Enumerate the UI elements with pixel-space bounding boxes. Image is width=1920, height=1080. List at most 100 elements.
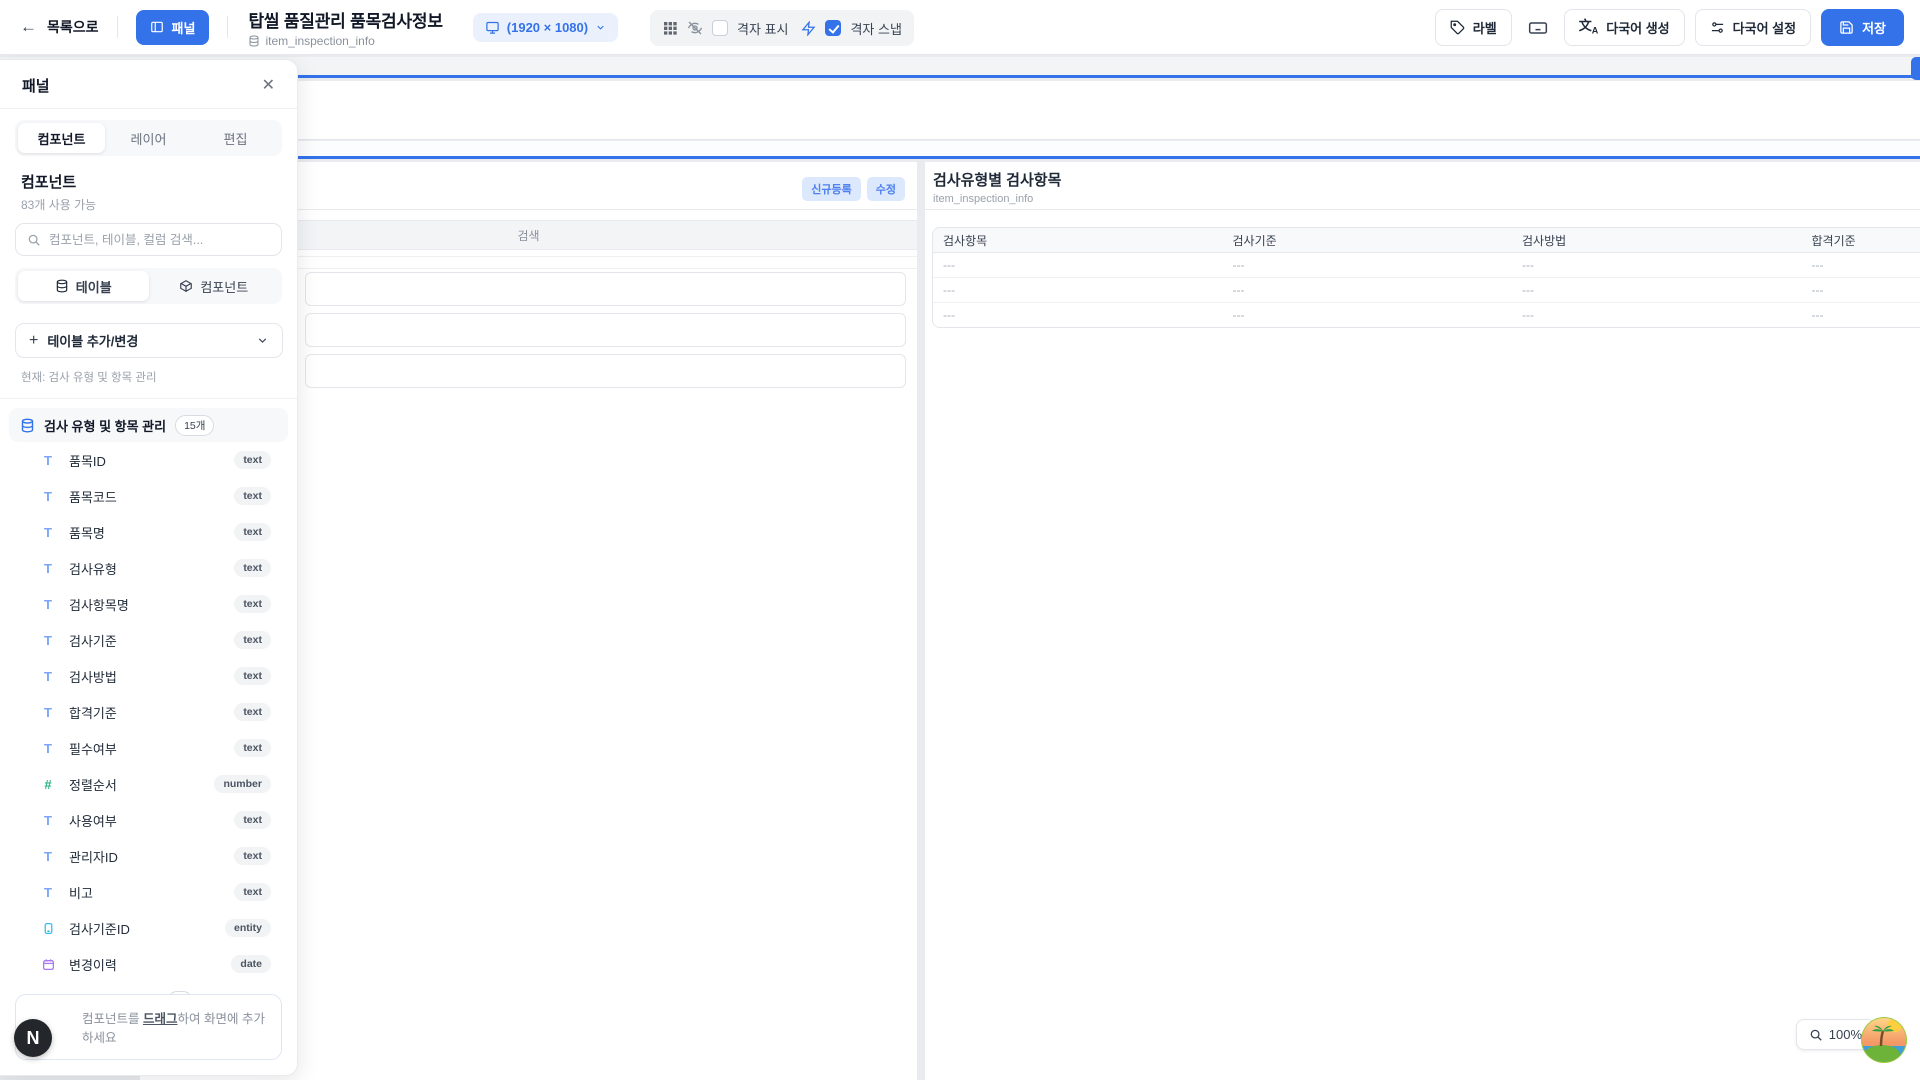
field-row[interactable]: T합격기준text — [0, 694, 297, 730]
table-cell: --- — [1512, 303, 1802, 327]
field-row[interactable]: T검사항목명text — [0, 586, 297, 622]
table-cell: --- — [1802, 303, 1920, 327]
form-input-placeholder[interactable] — [305, 272, 906, 306]
save-icon — [1839, 20, 1854, 35]
field-name: 품목ID — [69, 451, 106, 470]
inspection-table-region[interactable]: 검사유형별 검사항목 item_inspection_info 검사항목검사기준… — [925, 162, 1920, 1080]
magnifier-icon — [1809, 1028, 1823, 1042]
table-subtitle: item_inspection_info — [933, 193, 1920, 205]
database-icon — [20, 418, 35, 433]
form-input-placeholder[interactable] — [305, 313, 906, 347]
table-column-header: 합격기준 — [1802, 228, 1920, 252]
table-group-header[interactable]: 검사 유형 및 항목 관리 15개 — [9, 408, 288, 442]
translate-icon: 文A — [1579, 19, 1599, 36]
grid-options-group: 격자 표시 격자 스냅 — [650, 10, 914, 46]
tag-icon — [1450, 20, 1465, 35]
field-name: 검사기준ID — [69, 919, 130, 938]
toggle-table[interactable]: 테이블 — [18, 271, 149, 301]
table-cell: --- — [933, 253, 1223, 277]
field-row[interactable]: T사용여부text — [0, 802, 297, 838]
panel-icon — [150, 20, 164, 34]
table-cell: --- — [1802, 253, 1920, 277]
field-type-badge: text — [234, 631, 271, 649]
field-row[interactable]: T품목코드text — [0, 478, 297, 514]
add-table-button[interactable]: + 테이블 추가/변경 — [15, 323, 283, 358]
table-cell: --- — [1512, 253, 1802, 277]
field-row[interactable]: T품목명text — [0, 514, 297, 550]
field-name: 정렬순서 — [69, 775, 117, 794]
field-name: 검사유형 — [69, 559, 117, 578]
label-button[interactable]: 라벨 — [1435, 9, 1512, 46]
field-list: T품목IDtextT품목코드textT품목명textT검사유형textT검사항목… — [0, 442, 297, 1018]
grid-show-label: 격자 표시 — [737, 19, 788, 38]
field-row[interactable]: T검사방법text — [0, 658, 297, 694]
table-panel-header: 검사유형별 검사항목 item_inspection_info — [925, 162, 1920, 210]
toggle-component[interactable]: 컴포넌트 — [149, 271, 280, 301]
field-row[interactable]: T관리자IDtext — [0, 838, 297, 874]
page-title: 탑씰 품질관리 품목검사정보 — [248, 7, 442, 32]
tab-layers[interactable]: 레이어 — [105, 123, 192, 153]
table-header-row: 검사항목검사기준검사방법합격기준 — [933, 228, 1920, 253]
field-type-badge: text — [234, 595, 271, 613]
form-input-placeholder[interactable] — [305, 354, 906, 388]
grid-snap-checkbox[interactable] — [825, 20, 841, 36]
panel-title: 패널 — [22, 75, 50, 96]
field-type-badge: text — [234, 883, 271, 901]
field-type-badge: text — [234, 847, 271, 865]
component-panel: 패널 ✕ 컴포넌트 레이어 편집 컴포넌트 83개 사용 가능 테이블 — [0, 59, 298, 1076]
brand-logo-n[interactable]: N — [14, 1019, 52, 1057]
grid-show-checkbox[interactable] — [712, 20, 728, 36]
back-arrow-icon: ← — [20, 17, 37, 37]
field-type-badge: text — [234, 703, 271, 721]
table-cell: --- — [1223, 278, 1513, 302]
field-type-badge: text — [234, 739, 271, 757]
field-type-badge: text — [234, 523, 271, 541]
lightning-icon — [801, 21, 816, 36]
field-row[interactable]: T필수여부text — [0, 730, 297, 766]
sliders-icon — [1710, 20, 1725, 35]
i18n-generate-button[interactable]: 文A 다국어 생성 — [1564, 9, 1685, 46]
field-row[interactable]: 검사기준IDentity — [0, 910, 297, 946]
divider — [0, 398, 297, 399]
table-cell: --- — [1223, 253, 1513, 277]
table-cell: --- — [933, 278, 1223, 302]
edit-badge[interactable]: 수정 — [867, 177, 905, 201]
table-row[interactable]: ------------ — [933, 278, 1920, 303]
field-type-badge: date — [231, 955, 271, 973]
panel-toggle-button[interactable]: 패널 — [136, 10, 210, 45]
field-row[interactable]: T품목IDtext — [0, 442, 297, 478]
field-name: 사용여부 — [69, 811, 117, 830]
component-search-input[interactable] — [49, 233, 270, 247]
drag-hint: 컴포넌트를 드래그하여 화면에 추가하세요 — [15, 994, 282, 1060]
back-label: 목록으로 — [47, 17, 99, 37]
back-to-list-button[interactable]: ← 목록으로 — [20, 17, 99, 37]
table-row[interactable]: ------------ — [933, 303, 1920, 327]
keyboard-shortcuts-button[interactable] — [1522, 12, 1554, 44]
tab-edit[interactable]: 편집 — [192, 123, 279, 153]
field-row[interactable]: #정렬순서number — [0, 766, 297, 802]
current-table-label: 현재: 검사 유형 및 항목 관리 — [21, 369, 276, 385]
close-icon[interactable]: ✕ — [258, 73, 279, 97]
field-row[interactable]: 변경이력 date — [0, 946, 297, 982]
resolution-dropdown[interactable]: (1920 × 1080) — [473, 13, 618, 42]
field-row[interactable]: T검사유형text — [0, 550, 297, 586]
i18n-settings-button[interactable]: 다국어 설정 — [1695, 9, 1811, 46]
field-name: 품목코드 — [69, 487, 117, 506]
island-widget-icon[interactable] — [1860, 1016, 1908, 1064]
table-cell: --- — [1223, 303, 1513, 327]
zoom-level-value: 100% — [1829, 1027, 1862, 1042]
save-button[interactable]: 저장 — [1821, 9, 1904, 46]
panel-tabs: 컴포넌트 레이어 편집 — [15, 120, 282, 156]
register-badge[interactable]: 신규등록 — [802, 177, 860, 201]
field-name: 변경이력 — [69, 955, 117, 974]
field-row[interactable]: T비고text — [0, 874, 297, 910]
tab-components[interactable]: 컴포넌트 — [18, 123, 105, 153]
field-name: 비고 — [69, 883, 93, 902]
table-row[interactable]: ------------ — [933, 253, 1920, 278]
component-search-box[interactable] — [15, 223, 282, 256]
field-row[interactable]: T검사기준text — [0, 622, 297, 658]
cube-icon — [179, 279, 193, 293]
selection-handle[interactable] — [1911, 57, 1920, 80]
inspection-data-table[interactable]: 검사항목검사기준검사방법합격기준 -----------------------… — [932, 227, 1920, 328]
components-section-title: 컴포넌트 — [21, 171, 276, 192]
